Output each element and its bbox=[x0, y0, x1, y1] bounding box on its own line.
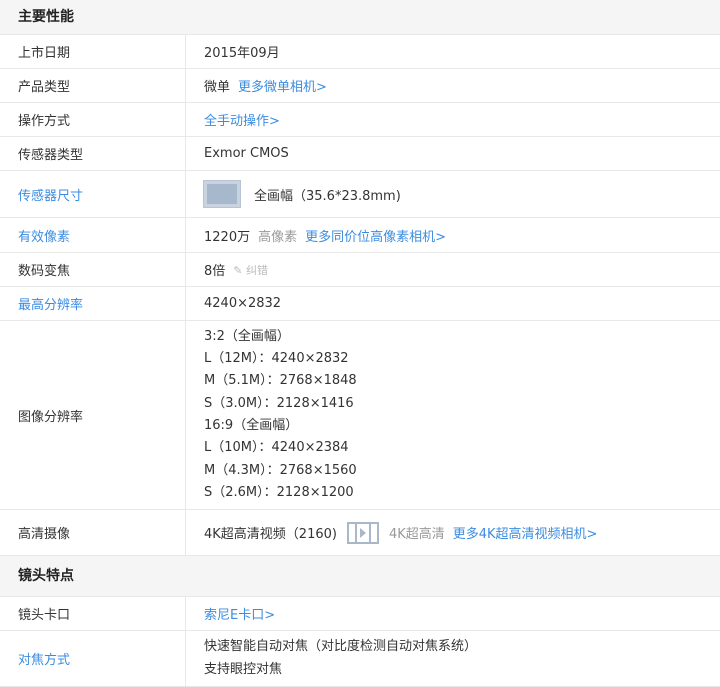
resolution-line: M（4.3M）：2768×1560 bbox=[204, 462, 357, 478]
resolution-line: M（5.1M）：2768×1848 bbox=[204, 373, 357, 389]
spec-row-pixels: 有效像素 1220万 高像素 更多同价位高像素相机> bbox=[0, 218, 720, 253]
spec-label-link[interactable]: 传感器尺寸 bbox=[0, 171, 186, 217]
manual-operation-link[interactable]: 全手动操作> bbox=[204, 110, 280, 129]
resolution-line: 16:9（全画幅） bbox=[204, 418, 299, 433]
edit-icon: ✎ bbox=[233, 263, 243, 277]
spec-row-lens-mount: 镜头卡口 索尼E卡口> bbox=[0, 597, 720, 631]
spec-label: 图像分辨率 bbox=[0, 321, 186, 509]
spec-value: 4240×2832 bbox=[204, 296, 282, 311]
resolution-line: L（10M）：4240×2384 bbox=[204, 440, 349, 456]
spec-row-sensor-size: 传感器尺寸 全画幅（35.6*23.8mm) bbox=[0, 171, 720, 218]
spec-value: 1220万 bbox=[204, 229, 251, 245]
spec-label: 上市日期 bbox=[0, 35, 186, 68]
spec-label: 数码变焦 bbox=[0, 253, 186, 286]
resolution-line: S（2.6M）：2128×1200 bbox=[204, 484, 354, 500]
spec-value: 微单 bbox=[204, 80, 231, 95]
spec-value: 4K超高清视频（2160) bbox=[204, 527, 337, 542]
spec-label: 高清摄像 bbox=[0, 510, 186, 555]
section-header-lens-features: 镜头特点 bbox=[0, 556, 720, 597]
spec-value: 8倍 bbox=[204, 264, 226, 279]
spec-value: Exmor CMOS bbox=[204, 146, 289, 161]
spec-row-digital-zoom: 数码变焦 8倍 ✎ 纠错 bbox=[0, 253, 720, 287]
spec-value: 全画幅（35.6*23.8mm) bbox=[254, 188, 401, 204]
spec-row-focus: 对焦方式 快速智能自动对焦（对比度检测自动对焦系统） 支持眼控对焦 bbox=[0, 631, 720, 687]
more-high-pixel-link[interactable]: 更多同价位高像素相机> bbox=[305, 226, 446, 245]
sony-e-mount-link[interactable]: 索尼E卡口> bbox=[204, 604, 275, 623]
video-film-icon bbox=[346, 521, 379, 544]
sensor-size-icon bbox=[203, 180, 241, 208]
spec-row-sensor-type: 传感器类型 Exmor CMOS bbox=[0, 137, 720, 171]
4k-tag: 4K超高清 bbox=[388, 527, 445, 542]
resolution-line: 3:2（全画幅） bbox=[204, 328, 290, 344]
spec-row-release-date: 上市日期 2015年09月 bbox=[0, 35, 720, 69]
focus-line: 快速智能自动对焦（对比度检测自动对焦系统） bbox=[204, 639, 478, 655]
spec-row-hd-video: 高清摄像 4K超高清视频（2160) 4K超高清 更多4K超高清视频相机> bbox=[0, 510, 720, 556]
more-4k-video-link[interactable]: 更多4K超高清视频相机> bbox=[453, 523, 598, 542]
spec-label-link[interactable]: 有效像素 bbox=[0, 218, 186, 252]
spec-row-operation: 操作方式 全手动操作> bbox=[0, 103, 720, 137]
spec-row-product-type: 产品类型 微单 更多微单相机> bbox=[0, 69, 720, 103]
spec-label: 镜头卡口 bbox=[0, 597, 186, 630]
more-mirrorless-link[interactable]: 更多微单相机> bbox=[238, 76, 327, 95]
spec-row-image-resolution: 图像分辨率 3:2（全画幅） L（12M）：4240×2832 M（5.1M）：… bbox=[0, 321, 720, 510]
focus-line: 支持眼控对焦 bbox=[204, 661, 283, 677]
correction-label: 纠错 bbox=[246, 263, 268, 277]
spec-label: 操作方式 bbox=[0, 103, 186, 136]
spec-label-link[interactable]: 最高分辨率 bbox=[0, 287, 186, 320]
spec-label-link[interactable]: 对焦方式 bbox=[0, 631, 186, 686]
correction-button[interactable]: ✎ 纠错 bbox=[233, 262, 268, 278]
spec-label: 产品类型 bbox=[0, 69, 186, 102]
section-header-main-performance: 主要性能 bbox=[0, 0, 720, 35]
resolution-line: L（12M）：4240×2832 bbox=[204, 351, 349, 367]
spec-row-max-resolution: 最高分辨率 4240×2832 bbox=[0, 287, 720, 321]
spec-value: 2015年09月 bbox=[204, 46, 280, 61]
high-pixel-tag: 高像素 bbox=[258, 229, 298, 245]
resolution-line: S（3.0M）：2128×1416 bbox=[204, 395, 354, 411]
spec-label: 传感器类型 bbox=[0, 137, 186, 170]
